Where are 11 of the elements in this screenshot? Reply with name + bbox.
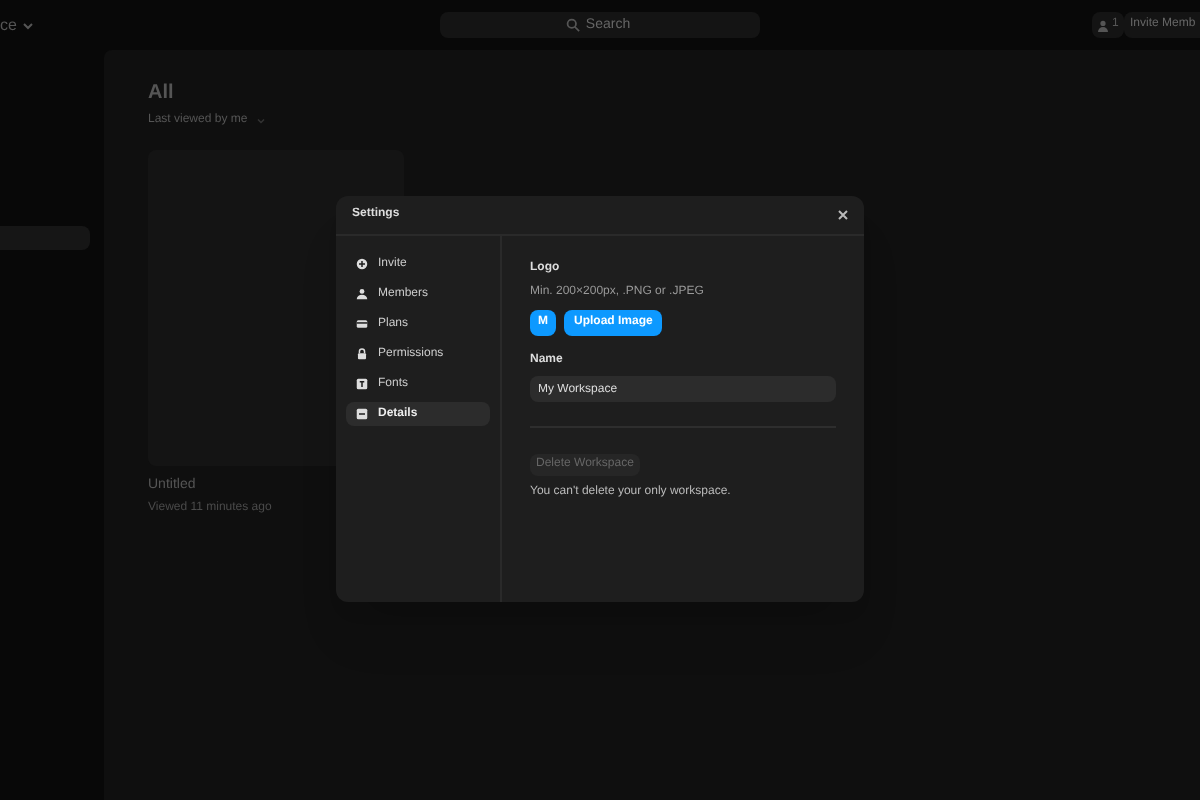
lock-icon xyxy=(356,348,368,360)
minus-box-icon xyxy=(356,408,368,420)
chevron-down-icon xyxy=(22,21,35,29)
close-icon[interactable] xyxy=(838,210,848,220)
plus-circle-icon xyxy=(356,258,368,270)
page-title: All xyxy=(148,80,176,108)
text-box-icon xyxy=(356,378,368,390)
people-icon xyxy=(356,288,368,300)
search-icon xyxy=(566,18,580,32)
card-icon xyxy=(356,318,368,330)
person-icon xyxy=(1098,19,1108,31)
